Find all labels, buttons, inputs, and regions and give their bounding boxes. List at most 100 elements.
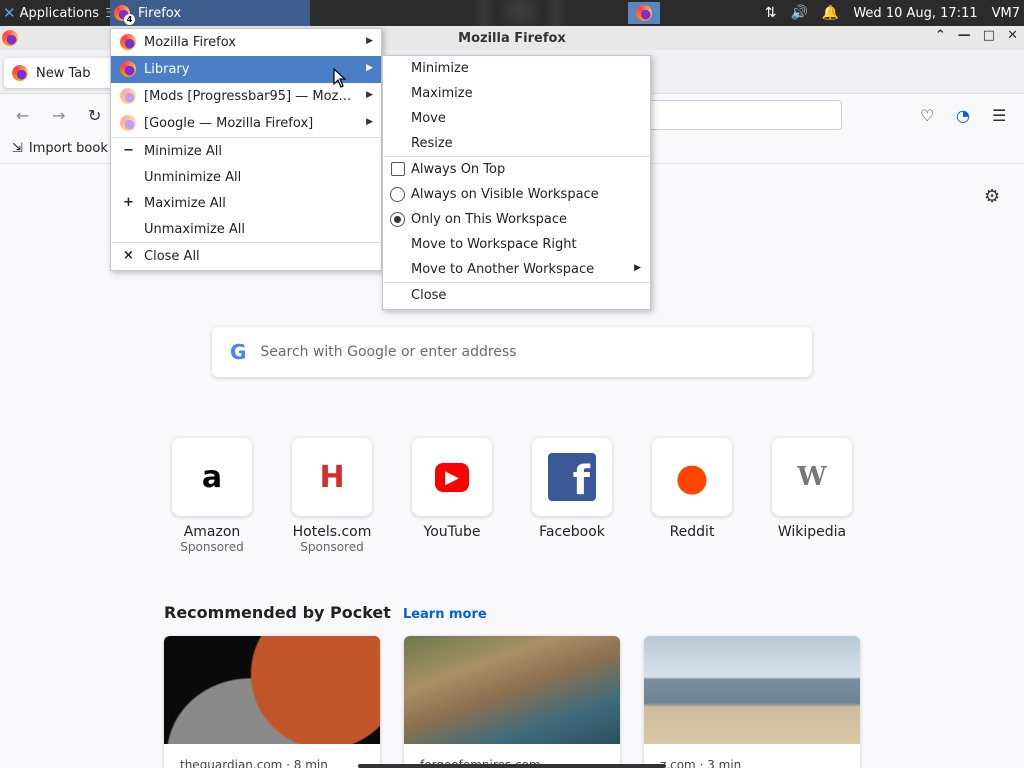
submenu-item-move-another-workspace[interactable]: Move to Another Workspace ▶	[383, 257, 650, 282]
xfce-icon: ✕	[3, 4, 16, 22]
menu-item-label: Minimize All	[144, 143, 223, 159]
menu-item-label: Always On Top	[411, 162, 506, 177]
menu-item-label: Move to Workspace Right	[411, 237, 577, 252]
submenu-item-visible-workspace[interactable]: Always on Visible Workspace	[383, 182, 650, 207]
menu-item-label: Move	[411, 111, 446, 126]
taskbar-firefox-group[interactable]: Firefox	[110, 0, 310, 26]
maximize-icon[interactable]: □	[983, 28, 995, 43]
firefox-icon	[120, 88, 136, 104]
back-arrow-icon[interactable]: ←	[16, 106, 29, 125]
top-site-tile[interactable]: ▶	[412, 438, 492, 516]
top-site-tile[interactable]: H	[292, 438, 372, 516]
volume-icon[interactable]: 🔊	[790, 5, 807, 21]
top-site-youtube[interactable]: ▶ YouTube	[412, 438, 492, 540]
top-site-amazon[interactable]: a Amazon Sponsored	[172, 438, 252, 554]
pocket-card[interactable]: forgeofempires.com	[404, 636, 620, 768]
window-actions-submenu: Minimize Maximize Move Resize Always On …	[382, 55, 651, 310]
submenu-item-resize[interactable]: Resize	[383, 131, 650, 156]
card-image-mars	[164, 636, 380, 744]
menu-item-label: Unminimize All	[144, 169, 242, 185]
top-site-name: Facebook	[539, 524, 605, 540]
mouse-cursor-icon	[333, 68, 347, 88]
menu-item-label: Close	[411, 288, 447, 303]
submenu-arrow-icon: ▶	[366, 90, 373, 100]
top-site-facebook[interactable]: f Facebook	[532, 438, 612, 540]
menu-item-label: [Mods [Progressbar95] — Moz…	[144, 89, 352, 104]
menu-item-mozilla-firefox[interactable]: Mozilla Firefox ▶	[111, 29, 381, 56]
top-site-tile[interactable]: W	[772, 438, 852, 516]
firefox-icon	[120, 115, 136, 131]
google-icon: G	[230, 340, 247, 364]
pocket-card[interactable]: z.com · 3 min	[644, 636, 860, 768]
search-placeholder: Search with Google or enter address	[260, 344, 517, 360]
window-list-menu: Mozilla Firefox ▶ Library ▶ [Mods [Progr…	[110, 28, 382, 271]
clock[interactable]: Wed 10 Aug, 17:11	[853, 6, 977, 21]
radio-button[interactable]	[390, 187, 405, 202]
submenu-item-this-workspace[interactable]: Only on This Workspace	[383, 207, 650, 232]
minus-icon: −	[123, 143, 134, 158]
notification-bell-icon[interactable]: 🔔	[822, 5, 839, 21]
shade-icon[interactable]: ⌃	[935, 28, 946, 43]
facebook-icon: f	[548, 453, 596, 501]
menu-item-close-all[interactable]: × Close All	[111, 243, 381, 270]
tray-firefox-button[interactable]	[628, 2, 660, 24]
forward-arrow-icon[interactable]: →	[52, 106, 65, 125]
hamburger-menu-icon[interactable]: ☰	[992, 106, 1006, 125]
firefox-icon	[2, 30, 18, 46]
panel-decoration	[440, 0, 600, 26]
submenu-item-close[interactable]: Close	[383, 283, 650, 308]
url-bar[interactable]	[640, 100, 842, 130]
submenu-item-always-on-top[interactable]: Always On Top	[383, 157, 650, 182]
submenu-item-move-workspace-right[interactable]: Move to Workspace Right	[383, 232, 650, 257]
close-icon: ×	[123, 248, 134, 263]
reload-icon[interactable]: ↻	[88, 106, 101, 125]
window-controls: ⌃ — □ ✕	[935, 28, 1018, 43]
top-site-name: YouTube	[423, 524, 481, 540]
learn-more-link[interactable]: Learn more	[403, 607, 487, 622]
submenu-arrow-icon: ▶	[366, 63, 373, 73]
import-icon: ⇲	[12, 141, 23, 156]
pocket-card[interactable]: theguardian.com · 8 min	[164, 636, 380, 768]
top-site-reddit[interactable]: ● Reddit	[652, 438, 732, 540]
import-bookmarks-button[interactable]: ⇲ Import book	[12, 141, 108, 156]
top-site-sponsored: Sponsored	[180, 540, 244, 554]
radio-button-selected[interactable]	[390, 212, 405, 227]
top-panel: ✕ Applications Ξ Firefox 4 ⇅ 🔊 🔔 Wed 10 …	[0, 0, 1024, 26]
minimize-icon[interactable]: —	[958, 28, 971, 43]
top-site-tile[interactable]: a	[172, 438, 252, 516]
horizontal-scrollbar[interactable]	[358, 764, 666, 768]
menu-item-label: Move to Another Workspace	[411, 262, 595, 277]
menu-item-minimize-all[interactable]: − Minimize All	[111, 138, 381, 164]
close-icon[interactable]: ✕	[1007, 28, 1018, 43]
menu-item-label: Unmaximize All	[144, 221, 246, 237]
menu-item-label: Maximize All	[144, 195, 226, 211]
top-site-tile[interactable]: ●	[652, 438, 732, 516]
top-site-tile[interactable]: f	[532, 438, 612, 516]
menu-item-unmaximize-all[interactable]: Unmaximize All	[111, 216, 381, 242]
top-site-wikipedia[interactable]: W Wikipedia	[772, 438, 852, 540]
checkbox[interactable]	[391, 162, 405, 176]
submenu-arrow-icon: ▶	[366, 117, 373, 127]
settings-gear-icon[interactable]: ⚙	[984, 186, 1000, 207]
menu-item-label: Maximize	[411, 86, 473, 101]
menu-item-unminimize-all[interactable]: Unminimize All	[111, 164, 381, 190]
amazon-icon: a	[201, 459, 223, 495]
plus-icon: +	[123, 195, 134, 210]
top-site-hotels[interactable]: H Hotels.com Sponsored	[292, 438, 372, 554]
applications-menu-button[interactable]: ✕ Applications Ξ	[0, 0, 117, 26]
submenu-item-minimize[interactable]: Minimize	[383, 56, 650, 81]
user-label[interactable]: VM7	[992, 6, 1020, 21]
menu-item-label: Mozilla Firefox	[144, 35, 236, 50]
menu-item-label: Resize	[411, 136, 453, 151]
menu-item-google-firefox[interactable]: [Google — Mozilla Firefox] ▶	[111, 110, 381, 137]
pocket-icon[interactable]: ♡	[920, 106, 934, 125]
firefox-icon	[120, 34, 136, 50]
search-box[interactable]: G Search with Google or enter address	[212, 327, 812, 377]
firefox-icon	[12, 65, 28, 81]
submenu-item-move[interactable]: Move	[383, 106, 650, 131]
menu-item-maximize-all[interactable]: + Maximize All	[111, 190, 381, 216]
network-icon[interactable]: ⇅	[765, 5, 777, 21]
account-icon[interactable]: ◔	[956, 106, 970, 125]
submenu-item-maximize[interactable]: Maximize	[383, 81, 650, 106]
menu-item-label: Close All	[144, 249, 200, 264]
